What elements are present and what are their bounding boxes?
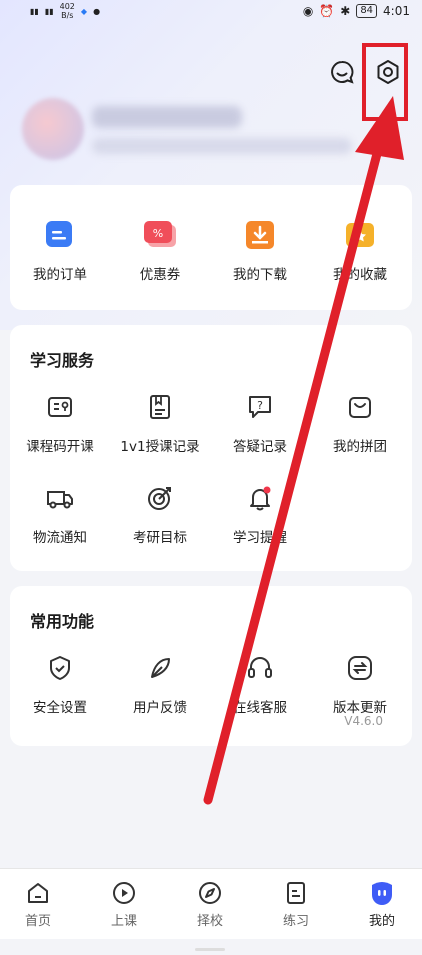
feather-icon — [140, 648, 180, 688]
home-indicator — [195, 948, 225, 951]
signal-icon-2: ▮▮ — [44, 6, 54, 16]
logistics-label: 物流通知 — [33, 530, 87, 546]
headset-icon — [240, 648, 280, 688]
status-bar: ▮▮ ▮▮ 402 B/s ◆ ● ◉ ⏰ ✱ 84 4:01 — [0, 0, 422, 24]
version-update[interactable]: 版本更新 — [310, 648, 410, 716]
qa-records[interactable]: ? 答疑记录 — [210, 387, 310, 455]
tab-mine[interactable]: 我的 — [352, 879, 412, 929]
study-services-title: 学习服务 — [30, 351, 95, 370]
study-reminder[interactable]: 学习提醒 — [210, 478, 310, 546]
target-icon — [140, 478, 180, 518]
network-speed: 402 B/s — [60, 2, 75, 20]
study-services-card: 学习服务 课程码开课 1v1授课记录 ? 答疑记录 我的拼团 物流通知 考研目标 — [10, 325, 412, 571]
online-support-label: 在线客服 — [233, 700, 287, 716]
tab-class[interactable]: 上课 — [94, 879, 154, 929]
my-orders-label: 我的订单 — [33, 267, 87, 283]
user-feedback-label: 用户反馈 — [133, 700, 187, 716]
exam-goal-label: 考研目标 — [133, 530, 187, 546]
course-code-activation[interactable]: 课程码开课 — [10, 387, 110, 455]
version-update-label: 版本更新 — [333, 700, 387, 716]
tab-practice-label: 练习 — [282, 914, 309, 929]
avatar[interactable] — [22, 98, 84, 160]
svg-text:?: ? — [257, 399, 263, 412]
favorite-icon — [340, 215, 380, 255]
svg-text:%: % — [153, 227, 163, 240]
qa-records-label: 答疑记录 — [233, 439, 287, 455]
study-reminder-label: 学习提醒 — [233, 530, 287, 546]
swap-icon — [340, 648, 380, 688]
tab-class-label: 上课 — [110, 914, 137, 929]
online-support[interactable]: 在线客服 — [210, 648, 310, 716]
signal-icon: ▮▮ — [30, 6, 39, 16]
home-icon — [24, 879, 52, 907]
my-downloads-label: 我的下载 — [233, 267, 287, 283]
security-settings[interactable]: 安全设置 — [10, 648, 110, 716]
tab-school-label: 择校 — [196, 914, 223, 929]
profile-face-icon — [368, 879, 396, 907]
user-feedback[interactable]: 用户反馈 — [110, 648, 210, 716]
order-icon — [40, 215, 80, 255]
security-settings-label: 安全设置 — [33, 700, 87, 716]
coupon-icon: % — [140, 215, 180, 255]
bluetooth-icon: ✱ — [340, 4, 351, 18]
status-right: ◉ ⏰ ✱ 84 4:01 — [303, 4, 410, 18]
chat-bubble-icon — [331, 61, 354, 84]
practice-icon — [282, 879, 310, 907]
shopping-bag-icon — [340, 387, 380, 427]
my-orders[interactable]: 我的订单 — [10, 215, 110, 283]
bottom-tab-bar: 首页 上课 择校 练习 我的 — [0, 868, 422, 939]
message-button[interactable] — [326, 56, 358, 88]
coupons-label: 优惠券 — [139, 267, 181, 283]
app-notification-icon: ◆ — [80, 6, 88, 16]
bell-icon — [240, 478, 280, 518]
status-left: ▮▮ ▮▮ 402 B/s ◆ ● — [30, 2, 100, 20]
exam-goal[interactable]: 考研目标 — [110, 478, 210, 546]
common-functions-title: 常用功能 — [30, 612, 95, 631]
coupons[interactable]: % 优惠券 — [110, 215, 210, 283]
my-downloads[interactable]: 我的下载 — [210, 215, 310, 283]
question-chat-icon: ? — [240, 387, 280, 427]
common-functions-card: 常用功能 安全设置 用户反馈 在线客服 版本更新 V4.6.0 — [10, 586, 412, 746]
my-group-buy-label: 我的拼团 — [333, 439, 387, 455]
user-profile[interactable] — [22, 96, 362, 166]
version-number: V4.6.0 — [344, 714, 383, 728]
download-icon — [240, 215, 280, 255]
one-on-one-label: 1v1授课记录 — [120, 439, 200, 455]
one-on-one-records[interactable]: 1v1授课记录 — [110, 387, 210, 455]
alarm-icon: ⏰ — [319, 4, 335, 18]
eye-icon: ◉ — [302, 4, 314, 18]
tab-practice[interactable]: 练习 — [266, 879, 326, 929]
battery-indicator: 84 — [356, 4, 378, 18]
bookmark-doc-icon — [140, 387, 180, 427]
tab-home[interactable]: 首页 — [8, 879, 68, 929]
course-code-label: 课程码开课 — [26, 439, 94, 455]
truck-icon — [40, 478, 80, 518]
user-info-blur — [92, 138, 352, 154]
orders-card: 我的订单 % 优惠券 我的下载 我的收藏 — [10, 185, 412, 310]
tab-home-label: 首页 — [24, 914, 51, 929]
network-speed-value: 402 — [59, 2, 75, 11]
chat-notification-icon: ● — [93, 6, 101, 16]
network-speed-unit: B/s — [61, 11, 74, 20]
status-time: 4:01 — [383, 4, 410, 18]
username-blur — [92, 106, 242, 128]
settings-highlight-box — [362, 43, 408, 121]
tab-mine-label: 我的 — [368, 914, 395, 929]
tab-school[interactable]: 择校 — [180, 879, 240, 929]
course-code-icon — [40, 387, 80, 427]
compass-icon — [196, 879, 224, 907]
logistics-notice[interactable]: 物流通知 — [10, 478, 110, 546]
shield-icon — [40, 648, 80, 688]
my-group-buy[interactable]: 我的拼团 — [310, 387, 410, 455]
play-icon — [110, 879, 138, 907]
my-favorites-label: 我的收藏 — [333, 267, 387, 283]
my-favorites[interactable]: 我的收藏 — [310, 215, 410, 283]
